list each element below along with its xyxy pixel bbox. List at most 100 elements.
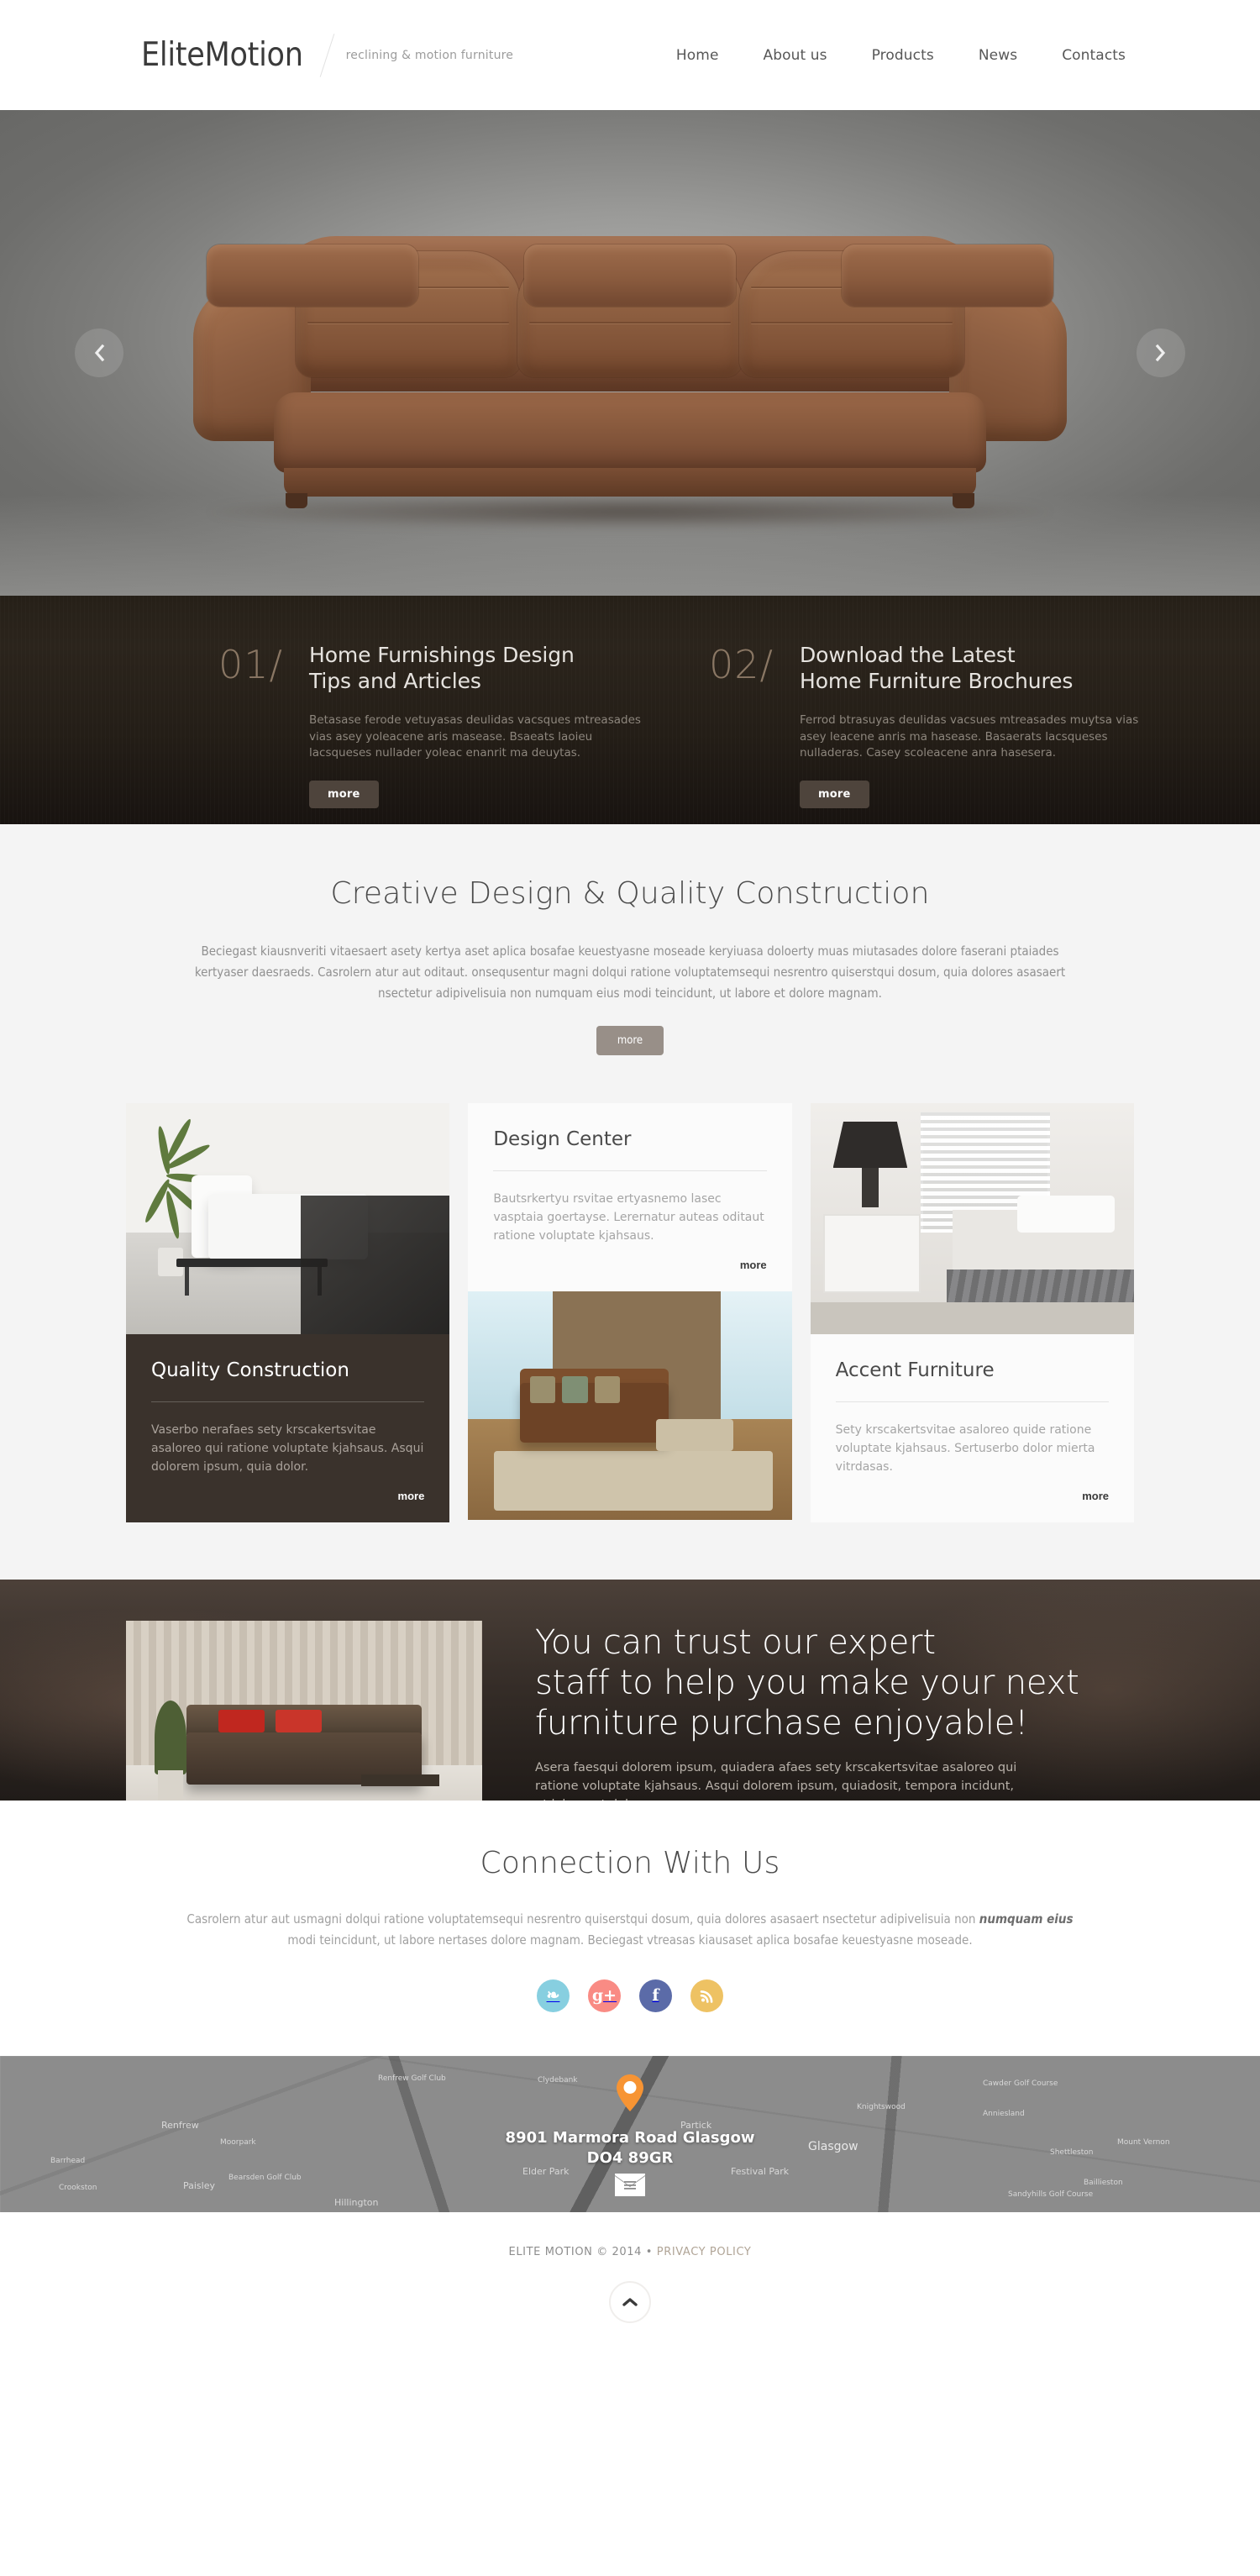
accent-furniture-title: Accent Furniture: [835, 1359, 995, 1381]
connection-text-after: modi teincidunt, ut labore nertases dolo…: [287, 1932, 973, 1948]
card-design-center: Design Center Bautsrkertyu rsvitae ertya…: [468, 1103, 792, 1522]
social-twitter-button[interactable]: ❧: [537, 1979, 570, 2012]
promo-number-1: 01/: [218, 642, 284, 687]
map-label: Knightswood: [857, 2103, 906, 2111]
trust-title: You can trust our expert staff to help y…: [535, 1622, 1079, 1743]
hero-slider: [0, 110, 1260, 596]
chevron-right-icon: [1155, 344, 1166, 362]
map-label: Glasgow: [808, 2140, 858, 2153]
accent-furniture-more-link[interactable]: more: [836, 1490, 1109, 1502]
twitter-icon: ❧: [546, 1986, 560, 2005]
copyright-line: ELITE MOTION © 2014 • PRIVACY POLICY: [0, 2246, 1260, 2258]
map-label: Cawder Golf Course: [983, 2079, 1058, 2088]
trust-section: You can trust our expert staff to help y…: [0, 1580, 1260, 1801]
living-room-photo: [126, 1103, 450, 1334]
divider: [835, 1401, 1109, 1402]
nav-item-contacts[interactable]: Contacts: [1062, 47, 1126, 64]
design-center-title: Design Center: [493, 1128, 632, 1150]
creative-section: Creative Design & Quality Construction B…: [0, 824, 1260, 1580]
promo-text-2: Ferrod btrasuyas deulidas vacsues mtreas…: [800, 713, 1139, 760]
promo-title-2-line2: Home Furniture Brochures: [800, 669, 1074, 693]
map-label: Hillington: [334, 2197, 379, 2208]
brand-name: EliteMotion: [141, 36, 303, 74]
nav-item-products[interactable]: Products: [872, 47, 934, 64]
creative-more-button[interactable]: more: [596, 1026, 664, 1055]
promo-item-2: 02/ Download the Latest Home Furniture B…: [709, 642, 1142, 824]
slider-prev-button[interactable]: [75, 329, 123, 377]
promo-more-button-1[interactable]: more: [309, 780, 379, 808]
nav-item-about-us[interactable]: About us: [764, 47, 827, 64]
accent-furniture-text: Sety krscakertsvitae asaloreo quide rati…: [835, 1423, 1095, 1474]
map-label: Bearsden Golf Club: [228, 2174, 302, 2182]
accent-furniture-body: Accent Furniture Sety krscakertsvitae as…: [810, 1334, 1134, 1522]
copyright-text: ELITE MOTION © 2014 •: [508, 2246, 657, 2258]
nav-item-home[interactable]: Home: [676, 47, 719, 64]
trust-title-line1: You can trust our expert: [535, 1623, 936, 1662]
hero-sofa-image: [193, 236, 1067, 528]
divider: [151, 1401, 425, 1402]
quality-construction-more-link[interactable]: more: [151, 1490, 425, 1502]
brand-logo[interactable]: EliteMotion reclining & motion furniture: [141, 33, 513, 78]
main-navigation: Home About us Products News Contacts: [676, 47, 1126, 64]
back-to-top-button[interactable]: [609, 2281, 651, 2323]
bedroom-photo: [810, 1103, 1134, 1334]
quality-construction-title: Quality Construction: [151, 1359, 349, 1381]
rss-icon: [700, 1990, 713, 2003]
design-center-body: Design Center Bautsrkertyu rsvitae ertya…: [468, 1103, 792, 1291]
connection-text-before: Casrolern atur aut usmagni dolqui ration…: [186, 1911, 979, 1927]
location-map[interactable]: Renfrew Partick Glasgow Elder Park Festi…: [0, 2056, 1260, 2212]
social-facebook-button[interactable]: f: [639, 1979, 672, 2012]
map-label: Sandyhills Golf Course: [1008, 2190, 1094, 2199]
map-label: Barrhead: [50, 2157, 86, 2165]
promo-title-1-line1: Home Furnishings Design: [309, 643, 575, 667]
connection-title: Connection With Us: [480, 1846, 780, 1880]
envelope-icon: [615, 2174, 645, 2196]
map-address-line2: DO4 89GR: [586, 2149, 674, 2167]
creative-section-text: Beciegast kiausnveriti vitaesaert asety …: [194, 944, 1066, 1001]
brand-divider: [319, 33, 334, 77]
map-pin-icon: [617, 2074, 643, 2111]
promo-band: 01/ Home Furnishings Design Tips and Art…: [0, 596, 1260, 824]
promo-item-1: 01/ Home Furnishings Design Tips and Art…: [218, 642, 652, 824]
map-address: 8901 Marmora Road Glasgow DO4 89GR: [506, 2128, 755, 2169]
design-center-more-link[interactable]: more: [493, 1259, 767, 1271]
social-google-plus-button[interactable]: g+: [588, 1979, 621, 2012]
quality-construction-text: Vaserbo nerafaes sety krscakertsvitae as…: [151, 1423, 424, 1474]
social-links: ❧ g+ f: [0, 1979, 1260, 2012]
promo-title-1-line2: Tips and Articles: [309, 669, 481, 693]
brand-tagline: reclining & motion furniture: [345, 48, 514, 62]
promo-title-2-line1: Download the Latest: [800, 643, 1016, 667]
feature-cards: Quality Construction Vaserbo nerafaes se…: [126, 1103, 1134, 1580]
contact-mail-button[interactable]: [615, 2174, 645, 2201]
site-header: EliteMotion reclining & motion furniture…: [0, 0, 1260, 110]
chevron-up-icon: [622, 2298, 638, 2306]
map-pin-marker[interactable]: [617, 2074, 643, 2116]
privacy-policy-link[interactable]: PRIVACY POLICY: [657, 2246, 752, 2258]
design-center-text: Bautsrkertyu rsvitae ertyasnemo lasec va…: [493, 1192, 764, 1243]
map-label: Shettleston: [1050, 2148, 1094, 2157]
map-label: Moorpark: [220, 2138, 256, 2147]
map-label: Renfrew: [161, 2120, 199, 2131]
social-rss-button[interactable]: [690, 1979, 723, 2012]
trust-title-line3: furniture purchase enjoyable!: [535, 1704, 1028, 1743]
map-label: Crookston: [59, 2184, 97, 2192]
promo-more-button-2[interactable]: more: [800, 780, 869, 808]
connection-section: Connection With Us Casrolern atur aut us…: [0, 1801, 1260, 2056]
trust-text: Asera faesqui dolorem ipsum, quiadera af…: [535, 1761, 1017, 1801]
slider-next-button[interactable]: [1137, 329, 1185, 377]
connection-text: Casrolern atur aut usmagni dolqui ration…: [181, 1909, 1079, 1951]
nav-item-news[interactable]: News: [979, 47, 1017, 64]
trust-title-line2: staff to help you make your next: [535, 1664, 1079, 1702]
sunroom-sofa-photo: [468, 1291, 792, 1520]
facebook-icon: f: [652, 1986, 659, 2005]
connection-text-emphasis: numquam eius: [979, 1911, 1074, 1927]
map-address-line1: 8901 Marmora Road Glasgow: [505, 2129, 755, 2147]
map-label: Paisley: [183, 2180, 216, 2191]
map-label: Anniesland: [983, 2110, 1025, 2118]
site-footer: ELITE MOTION © 2014 • PRIVACY POLICY: [0, 2212, 1260, 2323]
map-label: Baillieston: [1084, 2179, 1123, 2187]
card-quality-construction: Quality Construction Vaserbo nerafaes se…: [126, 1103, 450, 1522]
card-accent-furniture: Accent Furniture Sety krscakertsvitae as…: [810, 1103, 1134, 1522]
map-label: Clydebank: [538, 2076, 578, 2084]
map-label: Mount Vernon: [1117, 2138, 1170, 2147]
